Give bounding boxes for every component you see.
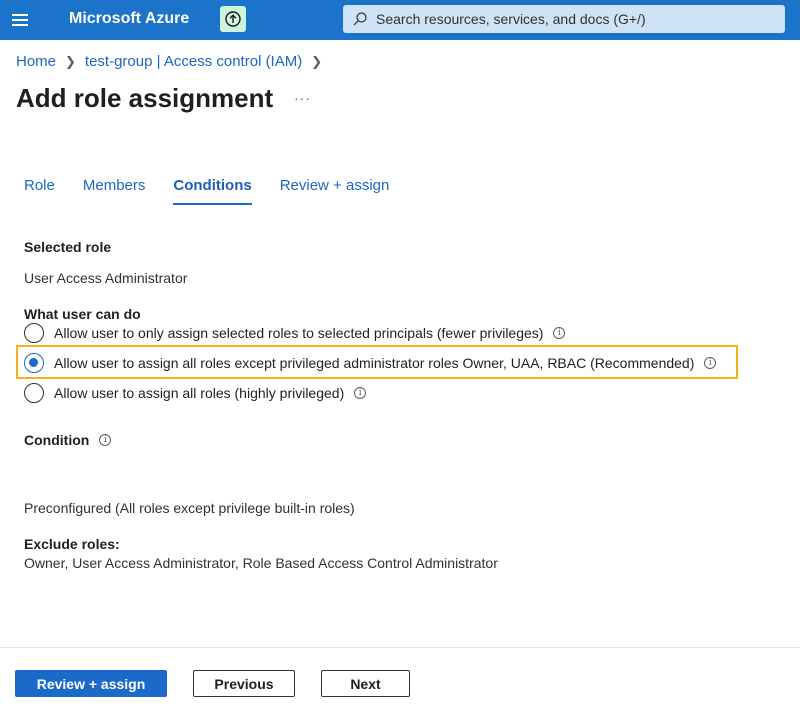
radio-option-highly-privileged[interactable]: Allow user to assign all roles (highly p… bbox=[24, 381, 367, 405]
search-placeholder: Search resources, services, and docs (G+… bbox=[376, 11, 646, 27]
radio-label: Allow user to only assign selected roles… bbox=[54, 325, 544, 341]
next-button[interactable]: Next bbox=[321, 670, 410, 697]
top-bar: Microsoft Azure Search resources, servic… bbox=[0, 0, 800, 40]
condition-heading: Condition i bbox=[24, 432, 112, 448]
selected-role-value: User Access Administrator bbox=[24, 270, 188, 286]
more-options-icon[interactable]: ··· bbox=[294, 90, 311, 106]
radio-label: Allow user to assign all roles except pr… bbox=[54, 355, 695, 371]
radio-button[interactable] bbox=[24, 383, 44, 403]
tab-conditions[interactable]: Conditions bbox=[173, 177, 252, 205]
breadcrumb-access-control[interactable]: test-group | Access control (IAM) bbox=[85, 53, 302, 70]
brand-title[interactable]: Microsoft Azure bbox=[69, 10, 189, 28]
search-icon bbox=[353, 12, 367, 26]
radio-option-fewer-privileges[interactable]: Allow user to only assign selected roles… bbox=[24, 321, 566, 345]
breadcrumb: Home ❯ test-group | Access control (IAM)… bbox=[16, 53, 331, 70]
page-title: Add role assignment bbox=[16, 83, 274, 113]
info-icon[interactable]: i bbox=[553, 327, 566, 339]
info-icon[interactable]: i bbox=[704, 357, 717, 369]
condition-heading-text: Condition bbox=[24, 432, 90, 448]
radio-label: Allow user to assign all roles (highly p… bbox=[54, 385, 345, 401]
tab-review-assign[interactable]: Review + assign bbox=[280, 177, 390, 205]
chevron-right-icon: ❯ bbox=[311, 53, 323, 69]
breadcrumb-home[interactable]: Home bbox=[16, 53, 56, 70]
exclude-roles-value: Owner, User Access Administrator, Role B… bbox=[24, 555, 498, 571]
global-search-input[interactable]: Search resources, services, and docs (G+… bbox=[343, 5, 785, 33]
hamburger-menu-icon[interactable] bbox=[12, 12, 28, 28]
radio-option-recommended[interactable]: Allow user to assign all roles except pr… bbox=[24, 351, 717, 375]
chevron-right-icon: ❯ bbox=[65, 53, 76, 69]
tab-role[interactable]: Role bbox=[24, 177, 55, 205]
info-icon[interactable]: i bbox=[99, 434, 112, 446]
previous-button[interactable]: Previous bbox=[193, 670, 295, 697]
radio-button-checked[interactable] bbox=[24, 353, 44, 373]
footer-divider bbox=[0, 647, 800, 648]
review-assign-button[interactable]: Review + assign bbox=[15, 670, 167, 697]
condition-value: Preconfigured (All roles except privileg… bbox=[24, 500, 355, 516]
info-icon[interactable]: i bbox=[354, 387, 367, 399]
tab-members[interactable]: Members bbox=[83, 177, 146, 205]
exclude-roles-heading: Exclude roles: bbox=[24, 536, 120, 552]
selected-role-heading: Selected role bbox=[24, 239, 112, 255]
radio-button[interactable] bbox=[24, 323, 44, 343]
upgrade-icon[interactable] bbox=[220, 6, 246, 32]
what-user-can-do-heading: What user can do bbox=[24, 306, 141, 322]
tab-bar: Role Members Conditions Review + assign bbox=[24, 177, 417, 205]
